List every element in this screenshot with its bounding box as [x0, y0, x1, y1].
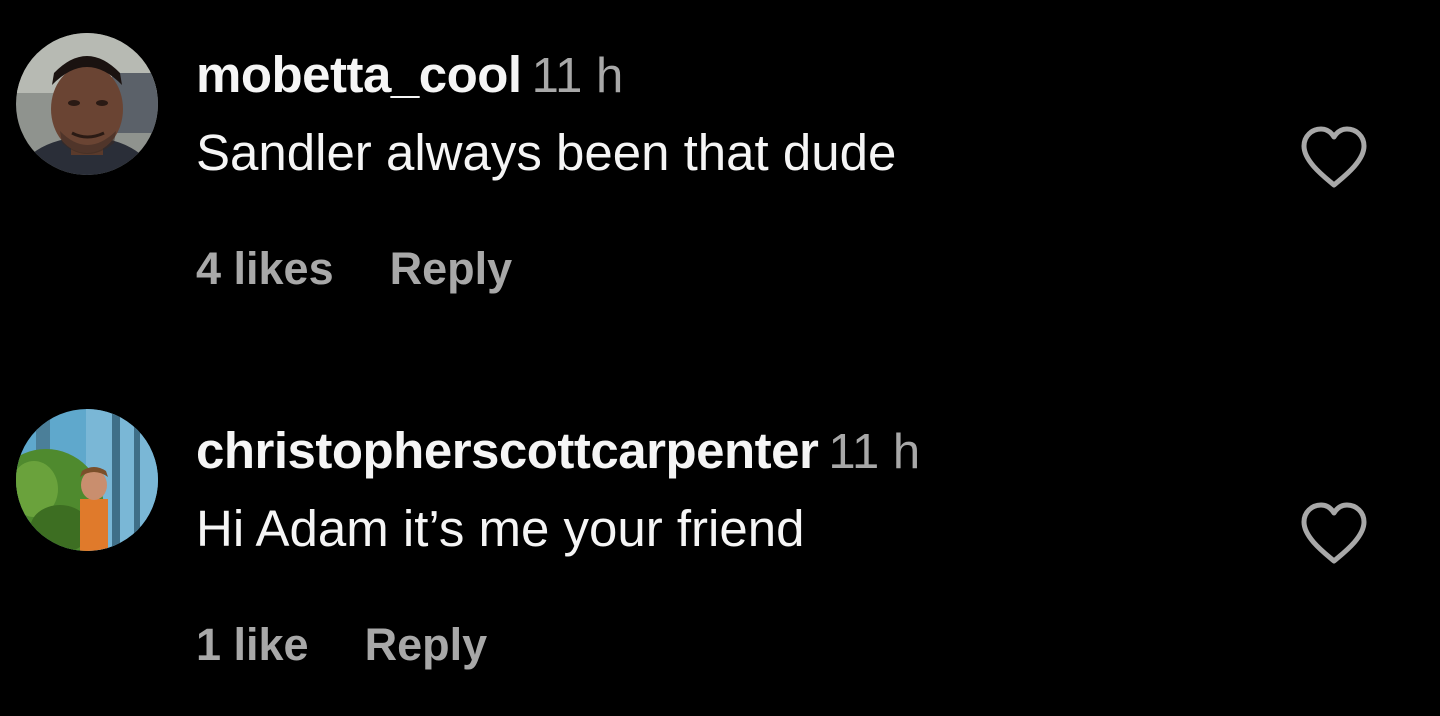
heart-outline-icon: [1301, 126, 1367, 188]
username-link[interactable]: christopherscottcarpenter: [196, 422, 819, 479]
comment-header: mobetta_cool 11 h: [196, 44, 623, 119]
like-button[interactable]: [1298, 124, 1370, 190]
avatar[interactable]: [16, 33, 158, 175]
heart-outline-icon: [1301, 502, 1367, 564]
reply-button[interactable]: Reply: [390, 238, 513, 300]
likes-count[interactable]: 1 like: [196, 614, 309, 676]
avatar-photo-icon: [16, 409, 158, 551]
comment-actions: 4 likes Reply: [196, 238, 512, 300]
username-link[interactable]: mobetta_cool: [196, 46, 522, 103]
like-button[interactable]: [1298, 500, 1370, 566]
likes-count[interactable]: 4 likes: [196, 238, 334, 300]
avatar[interactable]: [16, 409, 158, 551]
comment-text: Sandler always been that dude: [196, 124, 897, 181]
reply-button[interactable]: Reply: [365, 614, 488, 676]
comment-text: Hi Adam it’s me your friend: [196, 500, 805, 557]
timestamp[interactable]: 11 h: [828, 425, 920, 479]
timestamp[interactable]: 11 h: [532, 49, 624, 103]
comment-header: christopherscottcarpenter 11 h: [196, 420, 920, 495]
comment-actions: 1 like Reply: [196, 614, 487, 676]
avatar-photo-icon: [16, 33, 158, 175]
